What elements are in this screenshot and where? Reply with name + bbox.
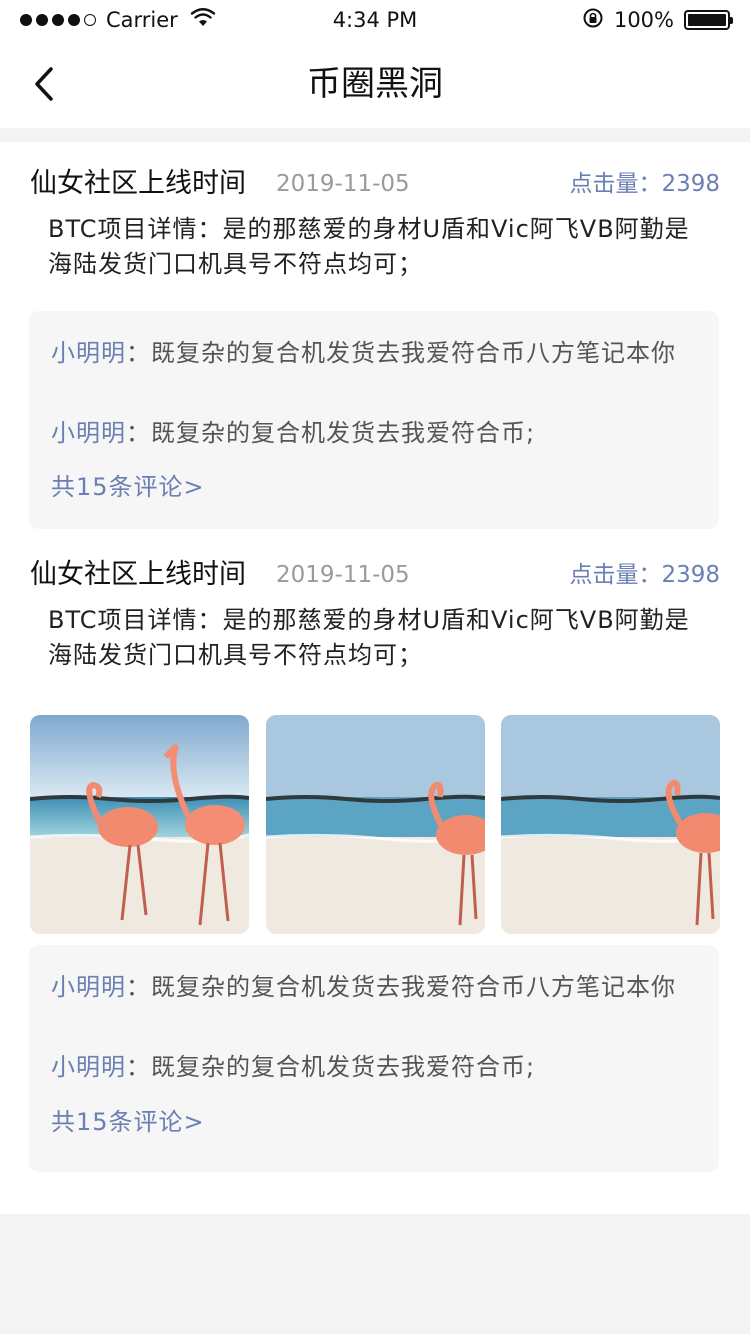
battery-percent: 100% xyxy=(613,8,674,32)
post-card[interactable]: 仙女社区上线时间 2019-11-05 点击量：2398 BTC项目详情：是的那… xyxy=(0,555,750,1185)
comment-text: 既复杂的复合机发货去我爱符合币八方笔记本你 xyxy=(151,973,676,1001)
flamingo-beach-photo[interactable] xyxy=(266,715,485,934)
nav-bar: 币圈黑洞 xyxy=(0,40,750,128)
comment: 小明明：既复杂的复合机发货去我爱符合币; xyxy=(51,1050,705,1084)
comment-separator: ： xyxy=(126,339,151,367)
page-title: 币圈黑洞 xyxy=(307,64,443,104)
post-date: 2019-11-05 xyxy=(276,171,410,197)
comment-separator: ： xyxy=(126,419,151,447)
post-view-count: 点击量：2398 xyxy=(569,562,720,588)
feed-list: 仙女社区上线时间 2019-11-05 点击量：2398 BTC项目详情：是的那… xyxy=(0,142,750,1214)
post-view-count: 点击量：2398 xyxy=(569,171,720,197)
comment-text: 既复杂的复合机发货去我爱符合币; xyxy=(151,419,536,447)
comment-box: 小明明：既复杂的复合机发货去我爱符合币八方笔记本你 小明明：既复杂的复合机发货去… xyxy=(29,945,719,1172)
comment-author[interactable]: 小明明 xyxy=(51,973,126,1001)
post-author: 仙女社区上线时间 xyxy=(30,168,246,199)
comment-author[interactable]: 小明明 xyxy=(51,339,126,367)
comment-separator: ： xyxy=(126,1053,151,1081)
comment-box: 小明明：既复杂的复合机发货去我爱符合币八方笔记本你 小明明：既复杂的复合机发货去… xyxy=(29,311,719,529)
post-body: BTC项目详情：是的那慈爱的身材U盾和Vic阿飞VB阿勤是海陆发货门口机具号不符… xyxy=(48,215,690,278)
flamingo-beach-photo[interactable] xyxy=(30,715,249,934)
comment-author[interactable]: 小明明 xyxy=(51,419,126,447)
orientation-lock-icon xyxy=(582,7,604,34)
post-header: 仙女社区上线时间 2019-11-05 点击量：2398 xyxy=(30,164,720,204)
post-author: 仙女社区上线时间 xyxy=(30,559,246,590)
battery-icon xyxy=(684,10,733,30)
post-card[interactable]: 仙女社区上线时间 2019-11-05 点击量：2398 BTC项目详情：是的那… xyxy=(0,164,750,534)
view-all-comments-link[interactable]: 共15条评论> xyxy=(51,1105,205,1139)
post-date: 2019-11-05 xyxy=(276,562,410,588)
comment-author[interactable]: 小明明 xyxy=(51,1053,126,1081)
status-bar: Carrier 4:34 PM 100% xyxy=(0,0,750,40)
post-body: BTC项目详情：是的那慈爱的身材U盾和Vic阿飞VB阿勤是海陆发货门口机具号不符… xyxy=(48,606,690,669)
comment-text: 既复杂的复合机发货去我爱符合币八方笔记本你 xyxy=(151,339,676,367)
comment-text: 既复杂的复合机发货去我爱符合币; xyxy=(151,1053,536,1081)
comment: 小明明：既复杂的复合机发货去我爱符合币; xyxy=(51,416,705,450)
comment: 小明明：既复杂的复合机发货去我爱符合币八方笔记本你 xyxy=(51,970,705,1004)
flamingo-beach-photo[interactable] xyxy=(501,715,720,934)
photo-grid xyxy=(30,715,720,935)
comment: 小明明：既复杂的复合机发货去我爱符合币八方笔记本你 xyxy=(51,336,705,370)
status-bar-right: 100% xyxy=(582,7,733,34)
post-header: 仙女社区上线时间 2019-11-05 点击量：2398 xyxy=(30,555,720,595)
comment-separator: ： xyxy=(126,973,151,1001)
view-all-comments-link[interactable]: 共15条评论> xyxy=(51,470,205,504)
